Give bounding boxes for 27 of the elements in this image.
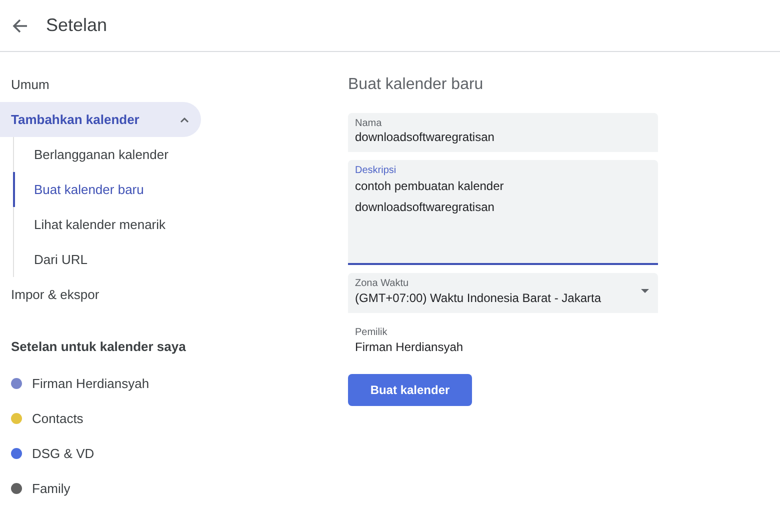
page-title: Setelan <box>46 15 108 36</box>
sidebar-subitem[interactable]: Dari URL <box>13 242 348 277</box>
field-label: Deskripsi <box>355 165 398 176</box>
name-field[interactable]: Nama downloadsoftwaregratisan <box>348 113 658 152</box>
field-label: Pemilik <box>355 327 388 338</box>
section-heading: Setelan untuk kalender saya <box>10 338 187 356</box>
calendar-name[interactable]: Firman Herdiansyah <box>32 376 150 391</box>
sidebar-item[interactable]: Impor & ekspor <box>0 277 201 312</box>
sidebar-subitem[interactable]: Lihat kalender menarik <box>13 207 348 242</box>
calendar-name[interactable]: Contacts <box>32 411 84 426</box>
field-label: Zona Waktu <box>355 278 410 289</box>
sidebar-item[interactable]: Umum <box>0 67 201 102</box>
field-value: contoh pembuatan kalender downloadsoftwaregratisan <box>355 178 505 216</box>
sidebar-item[interactable]: Tambahkan kalender <box>0 102 201 137</box>
calendar-name[interactable]: Family <box>32 481 70 496</box>
owner-name: Firman Herdiansyah <box>355 340 464 354</box>
field-label: Nama <box>355 118 383 129</box>
field-value: downloadsoftwaregratisan <box>355 130 496 144</box>
timezone-dropdown[interactable]: Zona Waktu (GMT+07:00) Waktu Indonesia Barat - Jakarta <box>348 273 658 313</box>
dropdown-caret-icon <box>641 289 649 293</box>
calendar-name[interactable]: DSG & VD <box>32 446 94 461</box>
create-calendar-button[interactable]: Buat kalender <box>348 374 472 406</box>
sidebar-subitem[interactable]: Berlangganan kalender <box>13 137 348 172</box>
back-arrow-icon[interactable] <box>12 18 28 34</box>
form-title: Buat kalender baru <box>348 76 484 94</box>
chevron-icon <box>180 116 189 122</box>
description-field[interactable]: Deskripsi contoh pembuatan kalender downloadsoftwaregratisan <box>348 160 658 265</box>
